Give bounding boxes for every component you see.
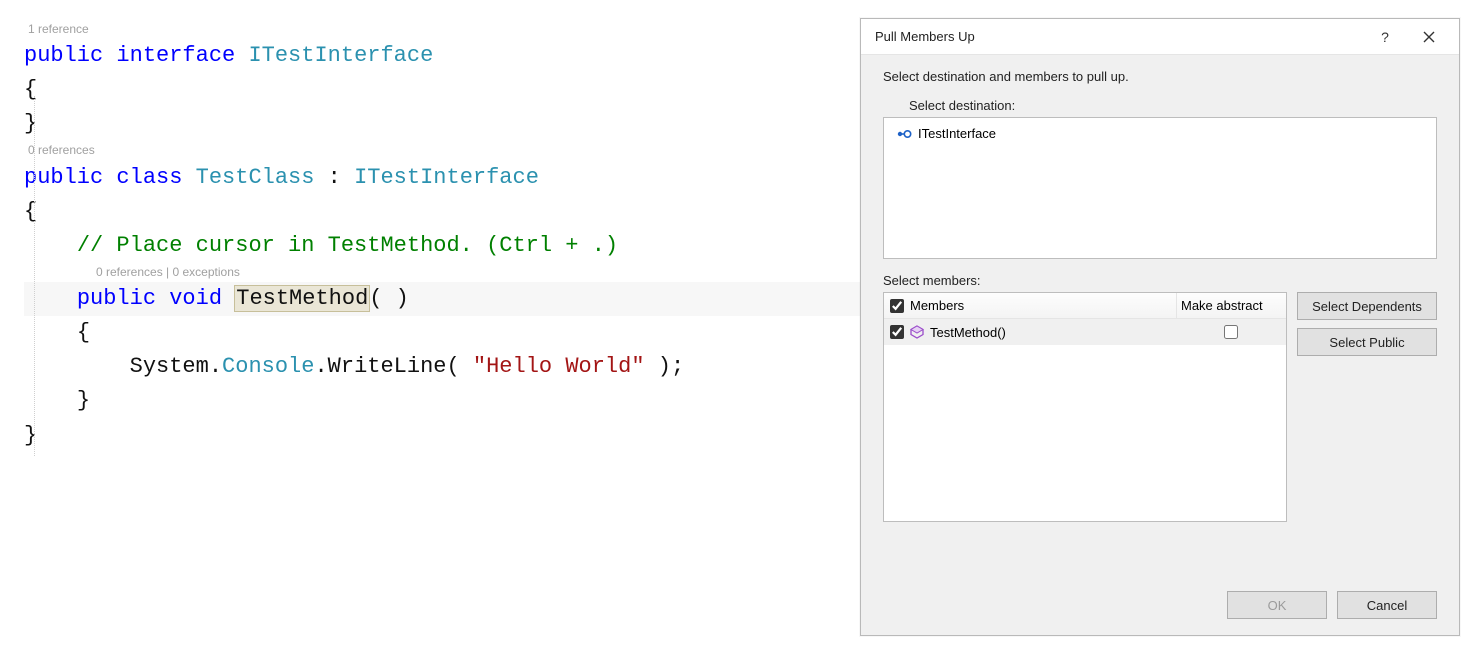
abstract-column-header: Make abstract: [1181, 298, 1263, 313]
code-line: }: [24, 384, 860, 418]
select-all-members-checkbox[interactable]: [890, 299, 904, 313]
pull-members-up-dialog: Pull Members Up ? Select destination and…: [860, 18, 1460, 636]
dialog-footer: OK Cancel: [883, 577, 1437, 635]
members-table-header: Members Make abstract: [884, 293, 1286, 319]
members-area: Members Make abstract: [883, 292, 1437, 522]
destination-item-label: ITestInterface: [918, 126, 996, 141]
members-table-row[interactable]: TestMethod(): [884, 319, 1286, 345]
destination-list[interactable]: ITestInterface: [883, 117, 1437, 259]
code-line-highlight: public void TestMethod( ): [24, 282, 860, 316]
select-public-button[interactable]: Select Public: [1297, 328, 1437, 356]
code-line: // Place cursor in TestMethod. (Ctrl + .…: [24, 229, 860, 263]
code-line: {: [24, 195, 860, 229]
members-label: Select members:: [883, 273, 1437, 288]
dialog-title: Pull Members Up: [875, 29, 1363, 44]
codelens-class[interactable]: 0 references: [28, 141, 860, 160]
members-side-buttons: Select Dependents Select Public: [1297, 292, 1437, 522]
destination-label: Select destination:: [909, 98, 1437, 113]
question-icon: ?: [1381, 29, 1389, 45]
method-icon: [910, 325, 924, 339]
interface-icon: [896, 128, 912, 140]
code-line: {: [24, 316, 860, 350]
caret-token[interactable]: TestMethod: [235, 286, 369, 311]
ok-button[interactable]: OK: [1227, 591, 1327, 619]
cancel-button[interactable]: Cancel: [1337, 591, 1437, 619]
indent-guide: [34, 96, 35, 456]
member-row-checkbox[interactable]: [890, 325, 904, 339]
code-line: }: [24, 107, 860, 141]
close-button[interactable]: [1407, 22, 1451, 52]
code-line: public class TestClass : ITestInterface: [24, 161, 860, 195]
dialog-instruction: Select destination and members to pull u…: [883, 69, 1437, 84]
destination-item[interactable]: ITestInterface: [892, 124, 1428, 143]
member-row-label: TestMethod(): [930, 325, 1006, 340]
dialog-titlebar: Pull Members Up ?: [861, 19, 1459, 55]
code-line: }: [24, 419, 860, 453]
codelens-interface[interactable]: 1 reference: [28, 20, 860, 39]
help-button[interactable]: ?: [1363, 22, 1407, 52]
dialog-body: Select destination and members to pull u…: [861, 55, 1459, 635]
make-abstract-checkbox[interactable]: [1224, 325, 1238, 339]
select-dependents-button[interactable]: Select Dependents: [1297, 292, 1437, 320]
codelens-method[interactable]: 0 references | 0 exceptions: [96, 263, 860, 282]
members-column-header: Members: [910, 298, 964, 313]
code-line: public interface ITestInterface: [24, 39, 860, 73]
code-line: {: [24, 73, 860, 107]
members-table: Members Make abstract: [883, 292, 1287, 522]
code-line: System.Console.WriteLine( "Hello World" …: [24, 350, 860, 384]
code-editor[interactable]: 1 reference public interface ITestInterf…: [0, 0, 860, 649]
app-root: 1 reference public interface ITestInterf…: [0, 0, 1482, 649]
close-icon: [1423, 31, 1435, 43]
